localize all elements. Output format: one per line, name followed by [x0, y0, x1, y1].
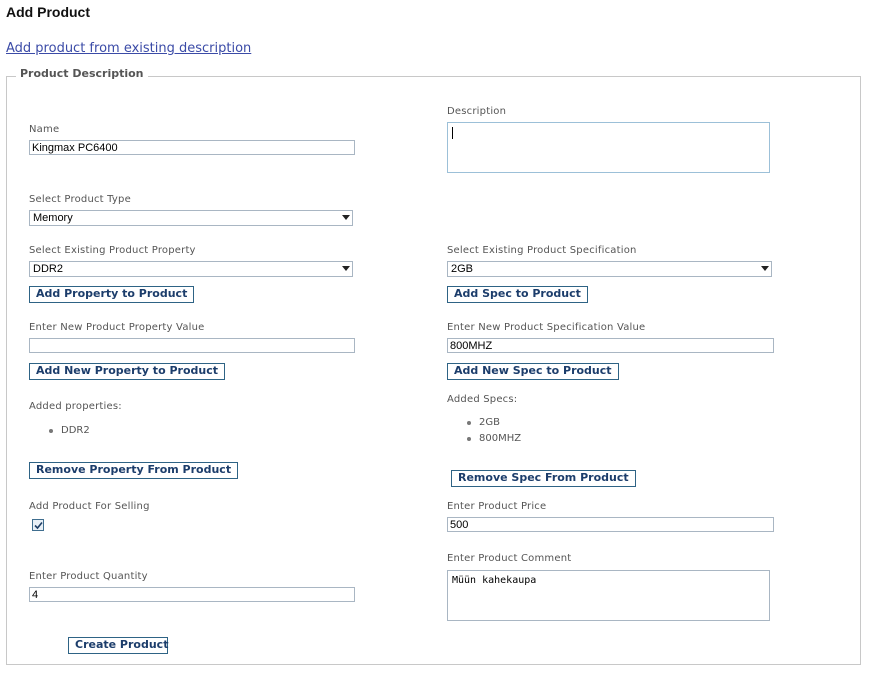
product-type-label: Select Product Type: [29, 194, 131, 205]
existing-spec-label: Select Existing Product Specification: [447, 245, 637, 256]
new-spec-input[interactable]: 800MHZ: [447, 338, 774, 353]
existing-spec-select[interactable]: 2GB: [447, 261, 772, 277]
chevron-down-icon: [342, 266, 350, 271]
create-product-button[interactable]: Create Product: [68, 637, 168, 654]
for-selling-checkbox[interactable]: [32, 519, 44, 531]
new-property-input[interactable]: [29, 338, 355, 353]
quantity-label: Enter Product Quantity: [29, 571, 148, 582]
name-input[interactable]: Kingmax PC6400: [29, 140, 355, 155]
remove-property-button[interactable]: Remove Property From Product: [29, 462, 239, 479]
page-title: Add Product: [6, 4, 90, 20]
list-item: 2GB: [459, 416, 521, 432]
add-from-existing-link[interactable]: Add product from existing description: [6, 41, 251, 56]
comment-text: Müün kahekaupa: [452, 575, 537, 586]
added-specs-list: 2GB 800MHZ: [459, 416, 521, 448]
product-type-select[interactable]: Memory: [29, 210, 353, 226]
price-label: Enter Product Price: [447, 501, 547, 512]
new-spec-label: Enter New Product Specification Value: [447, 322, 646, 333]
for-selling-label: Add Product For Selling: [29, 501, 150, 512]
product-type-selected: Memory: [33, 212, 73, 224]
existing-property-label: Select Existing Product Property: [29, 245, 196, 256]
existing-property-select[interactable]: DDR2: [29, 261, 353, 277]
comment-textarea[interactable]: Müün kahekaupa: [447, 570, 770, 621]
add-spec-button[interactable]: Add Spec to Product: [447, 286, 588, 303]
added-specs-label: Added Specs:: [447, 394, 518, 405]
checkmark-icon: [34, 521, 43, 530]
text-caret: [452, 127, 453, 139]
existing-spec-selected: 2GB: [451, 263, 474, 275]
description-textarea[interactable]: [447, 122, 770, 173]
remove-spec-button[interactable]: Remove Spec From Product: [451, 470, 636, 487]
quantity-input[interactable]: 4: [29, 587, 355, 602]
add-new-property-button[interactable]: Add New Property to Product: [29, 363, 225, 380]
comment-label: Enter Product Comment: [447, 553, 572, 564]
add-new-spec-button[interactable]: Add New Spec to Product: [447, 363, 619, 380]
added-properties-list: DDR2: [41, 424, 90, 440]
new-property-label: Enter New Product Property Value: [29, 322, 205, 333]
list-item: 800MHZ: [459, 432, 521, 448]
chevron-down-icon: [761, 266, 769, 271]
added-properties-label: Added properties:: [29, 401, 122, 412]
description-label: Description: [447, 106, 507, 117]
chevron-down-icon: [342, 215, 350, 220]
name-label: Name: [29, 124, 60, 135]
add-property-button[interactable]: Add Property to Product: [29, 286, 195, 303]
list-item: DDR2: [41, 424, 90, 440]
fieldset-legend: Product Description: [16, 67, 148, 80]
price-input[interactable]: 500: [447, 517, 774, 532]
existing-property-selected: DDR2: [33, 263, 63, 275]
